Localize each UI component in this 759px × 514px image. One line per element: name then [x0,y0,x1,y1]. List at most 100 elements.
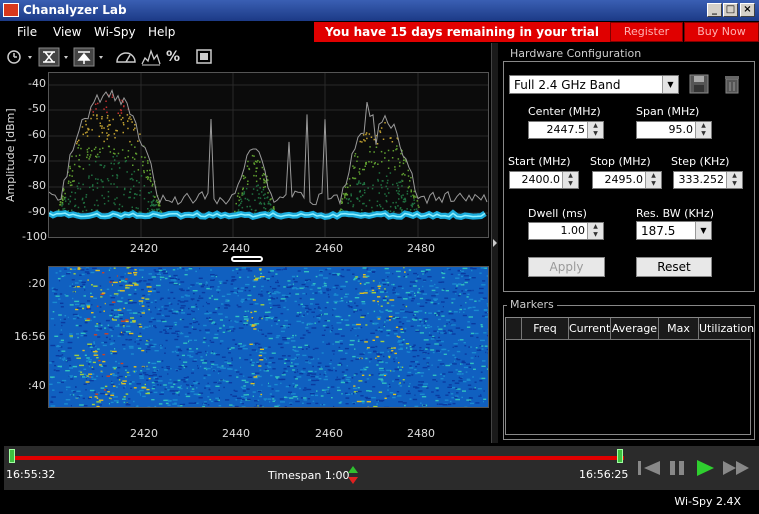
waterfall-cell [467,384,472,386]
reset-button[interactable]: Reset [636,257,712,277]
waterfall-cell [242,390,246,392]
markers-col-average[interactable]: Average [611,318,659,340]
waterfall-cell [233,292,238,294]
center-spinner[interactable]: 2447.5 ▲ ▼ [528,121,604,139]
band-select[interactable]: Full 2.4 GHz Band ▼ [509,75,679,94]
waterfall-cell [263,398,268,400]
waterfall-cell [232,328,236,330]
spinner-arrows-icon[interactable]: ▲ ▼ [587,122,603,138]
timeline-end-time: 16:56:25 [579,468,629,481]
save-icon[interactable] [689,74,709,94]
timeline-start-handle[interactable] [9,449,15,463]
waterfall-plot[interactable] [48,266,492,409]
timeline-end-handle[interactable] [617,449,623,463]
resbw-select[interactable]: 187.5 ▼ [636,221,712,240]
markers-table[interactable]: Freq Current Average Max Utilization [505,317,754,435]
spinner-arrows-icon[interactable]: ▲ ▼ [726,172,742,188]
step-spinner[interactable]: 333.252 ▲ ▼ [673,171,743,189]
gauge-icon[interactable] [114,46,138,68]
menu-file[interactable]: File [17,25,37,39]
density-dot [376,205,379,207]
density-dot [71,175,73,177]
waterfall-cell [295,315,300,317]
trash-icon[interactable] [722,74,742,94]
density-dot [86,131,88,133]
play-icon[interactable] [694,458,716,483]
waterfall-cell [190,356,194,358]
waterfall-cell [338,346,341,349]
menu-wi-spy[interactable]: Wi-Spy [94,25,136,39]
markers-col-max[interactable]: Max [659,318,699,340]
percent-icon[interactable]: % [163,46,183,68]
waterfall-cell [178,365,183,368]
splitter-handle[interactable] [231,256,263,262]
waterfall-cell [350,393,353,395]
waterfall-cell [381,279,386,281]
spectrum-ylabel: Amplitude [dBm] [4,108,17,202]
apply-button[interactable]: Apply [528,257,605,277]
start-spinner[interactable]: 2400.0 ▲ ▼ [509,171,579,189]
waterfall-cell [325,375,328,378]
menu-view[interactable]: View [53,25,81,39]
density-dot [244,176,247,179]
waterfall-cell [470,335,474,337]
waterfall-cell [333,405,335,408]
markers-col-current[interactable]: Current [569,318,611,340]
register-button[interactable]: Register [610,22,683,42]
window-icon[interactable] [193,46,217,68]
waterfall-cell [410,300,414,302]
close-button[interactable]: × [740,3,755,17]
waterfall-cell [243,385,246,387]
spectrum-icon[interactable] [140,46,162,68]
markers-col-select[interactable] [506,318,522,340]
panel-divider[interactable] [491,43,498,443]
stop-spinner[interactable]: 2495.0 ▲ ▼ [592,171,662,189]
skip-back-icon[interactable] [636,458,662,483]
waterfall-cell [283,371,286,374]
density-dot [120,118,122,121]
waterfall-cell [154,301,157,303]
buy-now-button[interactable]: Buy Now [684,22,759,42]
waterfall-cell [287,355,291,357]
density-dot [123,105,125,107]
density-dot [109,151,112,153]
waterfall-cell [361,374,365,376]
minimize-button[interactable]: _ [707,3,722,17]
markers-col-utilization[interactable]: Utilization [699,318,754,340]
timespan-stepper-icon[interactable] [347,465,359,485]
waterfall-cell [197,367,199,369]
waterfall-cell [470,267,473,269]
menu-help[interactable]: Help [148,25,175,39]
peak-icon[interactable] [73,46,107,68]
waterfall-cell [108,276,111,279]
waterfall-cell [234,369,238,371]
timeline-track[interactable] [12,456,624,460]
waterfall-cell [378,391,383,393]
collapse-arrow-icon[interactable] [493,239,497,247]
waterfall-cell [405,305,408,308]
spinner-arrows-icon[interactable]: ▲ ▼ [695,122,711,138]
span-spinner[interactable]: 95.0 ▲ ▼ [636,121,712,139]
waterfall-cell [163,272,168,275]
clock-icon[interactable] [4,46,34,68]
waterfall-cell [215,354,220,356]
waterfall-cell [486,334,489,337]
pause-icon[interactable] [666,458,688,483]
waterfall-cell [271,388,274,390]
markers-col-freq[interactable]: Freq [522,318,569,340]
fast-forward-icon[interactable] [721,458,753,483]
spinner-arrows-icon[interactable]: ▲ ▼ [645,172,661,188]
spinner-arrows-icon[interactable]: ▲ ▼ [587,223,603,239]
spinner-arrows-icon[interactable]: ▲ ▼ [562,172,578,188]
waterfall-cell [186,387,188,389]
waterfall-cell [191,326,194,328]
density-dot [137,207,139,210]
filter-icon[interactable] [38,46,72,68]
density-dot [394,166,396,168]
dwell-spinner[interactable]: 1.00 ▲ ▼ [528,222,604,240]
density-dot [95,155,97,158]
waterfall-cell [192,290,198,292]
spectrum-plot[interactable] [47,72,489,238]
maximize-button[interactable]: □ [723,3,738,17]
waterfall-cell [455,387,458,390]
